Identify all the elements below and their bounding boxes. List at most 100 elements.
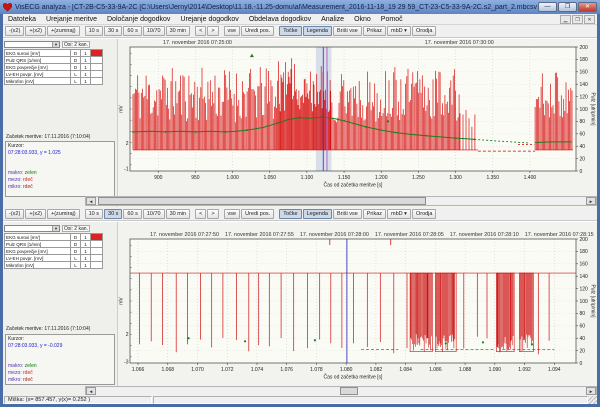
channel-axis-flag[interactable]: L [71,262,81,269]
table-row[interactable]: Pulz QRS [1/min]D1 [5,241,103,248]
toolbar-button-orodja[interactable]: Orodja [412,209,437,219]
menu-item-analize[interactable]: Analize [316,14,349,25]
channel-axis-flag[interactable]: D [71,57,81,64]
toolbar-button-60-s[interactable]: 60 s [123,26,141,36]
channel-axis-flag[interactable]: D [71,234,81,241]
toolbar-button-vse[interactable]: vse [224,209,241,219]
channel-axis-flag[interactable]: D [71,248,81,255]
table-row[interactable]: EKG povprečje [mV]D1 [5,248,103,255]
scroll-right-arrow-icon[interactable]: ► [586,387,596,395]
toolbar-button-30-s[interactable]: 30 s [104,209,122,219]
channel-visible-flag[interactable]: 1 [81,262,91,269]
channel-color-swatch[interactable] [91,57,103,64]
toolbar-button-uredi-pos-[interactable]: Uredi pos. [241,26,274,36]
toolbar-button-to-ke[interactable]: Točke [279,209,301,219]
menu-item-obdelava-dogodkov[interactable]: Obdelava dogodkov [244,14,316,25]
channel-color-swatch[interactable] [91,241,103,248]
channel-color-swatch[interactable] [91,262,103,269]
channel-color-swatch[interactable] [91,255,103,262]
toolbar-button-uredi-pos-[interactable]: Uredi pos. [241,209,274,219]
toolbar-button-to-ke[interactable]: Točke [279,26,301,36]
channel-visible-flag[interactable]: 1 [81,57,91,64]
mdi-minimize-icon[interactable]: ▁ [560,15,571,24]
maximize-button[interactable]: ❐ [558,2,577,12]
toolbar-button-10-s[interactable]: 10 s [85,209,103,219]
toolbar-button-30-min[interactable]: 30 min [166,26,191,36]
scroll-right-arrow-icon[interactable]: ► [586,197,596,205]
channel-axis-flag[interactable]: L [71,255,81,262]
resize-grip-icon[interactable] [588,396,597,404]
menu-item-določanje-dogodkov[interactable]: Določanje dogodkov [102,14,175,25]
channel-axis-flag[interactable]: L [71,71,81,78]
toolbar-button--[interactable]: < [195,26,206,36]
toolbar-button--x2-[interactable]: -(x2) [5,209,24,219]
channel-color-swatch[interactable] [91,248,103,255]
channel-color-swatch[interactable] [91,64,103,71]
toolbar-button--zumiraj-[interactable]: +(zumiraj) [47,26,80,36]
toolbar-button-legenda[interactable]: Legenda [303,209,332,219]
toolbar-button--[interactable]: > [207,209,218,219]
toolbar-button-bri-i-vse[interactable]: Briši vse [333,26,362,36]
toolbar-button-prikaz[interactable]: Prikaz [363,26,386,36]
table-row[interactable]: LV-EH povpr. [mV]L1 [5,255,103,262]
chart-canvas[interactable]: 9009501.0001.0501.1001.1501.2001.2501.30… [118,39,597,196]
toolbar-button-legenda[interactable]: Legenda [303,26,332,36]
channel-combobox[interactable]: ▼ [4,225,60,232]
toolbar-button-mbd-[interactable]: mbD ▾ [387,209,411,219]
channel-visible-flag[interactable]: 1 [81,255,91,262]
channel-axis-flag[interactable]: D [71,241,81,248]
toolbar-button--x2-[interactable]: +(x2) [25,209,46,219]
toolbar-button-mbd-[interactable]: mbD ▾ [387,26,411,36]
chart-canvas[interactable]: 1.0661.0681.0701.0721.0741.0761.0781.080… [118,222,597,383]
channel-visible-flag[interactable]: 1 [81,241,91,248]
channel-color-swatch[interactable] [91,50,103,57]
toolbar-button-60-s[interactable]: 60 s [123,209,141,219]
toolbar-button-bri-i-vse[interactable]: Briši vse [333,209,362,219]
channel-color-swatch[interactable] [91,71,103,78]
menu-item-urejanje-dogodkov[interactable]: Urejanje dogodkov [175,14,243,25]
mdi-close-icon[interactable]: ✕ [584,15,595,24]
scrollbar-thumb[interactable] [98,197,426,205]
toolbar-button-10-s[interactable]: 10 s [85,26,103,36]
table-row[interactable]: LV-EH povpr. [mV]L1 [5,71,103,78]
table-row[interactable]: Pulz QRS [1/min]D1 [5,57,103,64]
channel-visible-flag[interactable]: 1 [81,50,91,57]
toolbar-button-30-s[interactable]: 30 s [104,26,122,36]
toolbar-button--[interactable]: < [195,209,206,219]
menu-item-pomoč[interactable]: Pomoč [376,14,408,25]
toolbar-button--x2-[interactable]: -(x2) [5,26,24,36]
horizontal-scrollbar[interactable]: ◄► [85,196,597,206]
close-button[interactable]: ✕ [578,2,597,12]
menu-item-urejanje-meritve[interactable]: Urejanje meritve [41,14,102,25]
toolbar-button--x2-[interactable]: +(x2) [25,26,46,36]
channel-color-swatch[interactable] [91,234,103,241]
toolbar-button-30-min[interactable]: 30 min [166,209,191,219]
toolbar-button--[interactable]: > [207,26,218,36]
channel-visible-flag[interactable]: 1 [81,234,91,241]
scrollbar-thumb[interactable] [340,387,358,395]
mdi-restore-icon[interactable]: ❐ [572,15,583,24]
toolbar-button-10-70[interactable]: 10/70 [143,209,165,219]
toolbar-button-vse[interactable]: vse [224,26,241,36]
minimize-button[interactable]: — [538,2,557,12]
table-row[interactable]: Mikrofon [mV]L1 [5,262,103,269]
channel-visible-flag[interactable]: 1 [81,78,91,85]
channel-axis-flag[interactable]: L [71,78,81,85]
toolbar-button-prikaz[interactable]: Prikaz [363,209,386,219]
toolbar-button-orodja[interactable]: Orodja [412,26,437,36]
channel-visible-flag[interactable]: 1 [81,248,91,255]
table-row[interactable]: EKG surovi [mV]D1 [5,234,103,241]
channel-color-swatch[interactable] [91,78,103,85]
channel-visible-flag[interactable]: 1 [81,71,91,78]
channel-axis-flag[interactable]: D [71,64,81,71]
channel-combobox[interactable]: ▼ [4,41,60,48]
table-row[interactable]: EKG surovi [mV]D1 [5,50,103,57]
toolbar-button-10-70[interactable]: 10/70 [143,26,165,36]
menu-item-datoteka[interactable]: Datoteka [3,14,41,25]
toolbar-button--zumiraj-[interactable]: +(zumiraj) [47,209,80,219]
channel-visible-flag[interactable]: 1 [81,64,91,71]
scroll-left-arrow-icon[interactable]: ◄ [86,197,96,205]
menu-item-okno[interactable]: Okno [349,14,376,25]
table-row[interactable]: Mikrofon [mV]L1 [5,78,103,85]
scroll-left-arrow-icon[interactable]: ◄ [86,387,96,395]
